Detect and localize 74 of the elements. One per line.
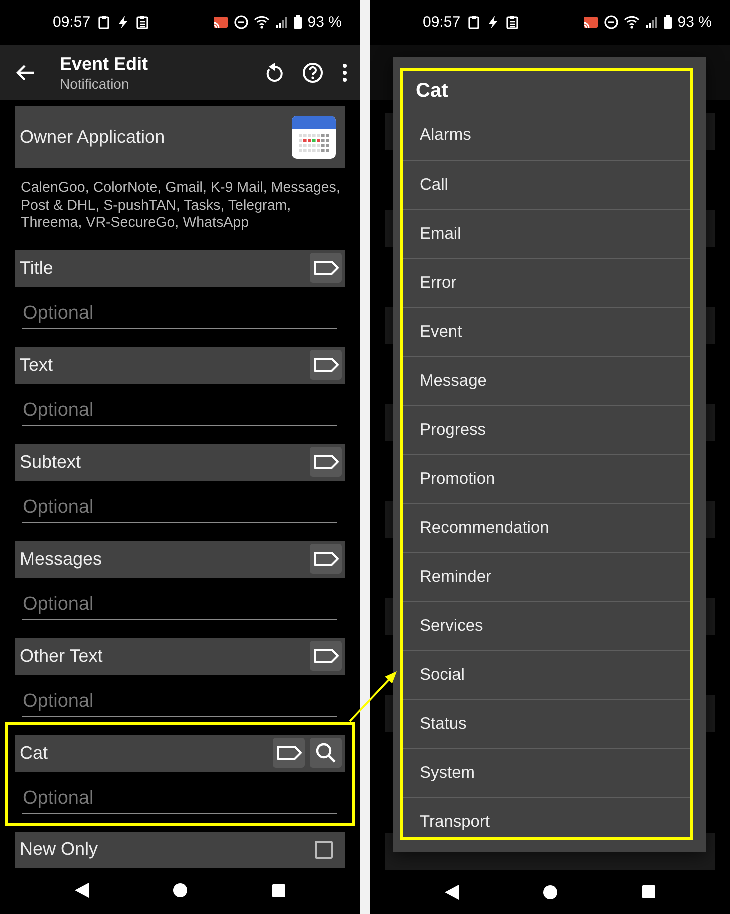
dialog-option[interactable]: Social [403, 650, 690, 699]
dialog-option[interactable]: System [403, 748, 690, 797]
battery-icon [292, 15, 303, 30]
tag-button[interactable] [310, 544, 342, 574]
signal-icon [274, 15, 288, 30]
dialog-title: Cat [415, 78, 450, 104]
input-field[interactable]: Optional [22, 590, 337, 620]
back-nav-icon[interactable] [74, 883, 88, 898]
cast-icon [582, 15, 599, 30]
notes-icon [506, 15, 519, 30]
pointer-arrow [349, 672, 397, 722]
search-icon [314, 741, 338, 765]
clipboard-icon [468, 15, 480, 30]
screen-title: Event Edit [60, 52, 150, 74]
selected-apps-text: CalenGoo, ColorNote, Gmail, K-9 Mail, Messages, Post & DHL, S-pushTAN, Tasks, Telegram, Threema, VR-SecureGo, WhatsApp [21, 180, 342, 232]
dialog-option[interactable]: Transport [403, 797, 690, 837]
dialog-option[interactable]: Error [403, 258, 690, 307]
home-nav-icon[interactable] [542, 884, 558, 900]
dialog-option[interactable]: Promotion [403, 454, 690, 503]
battery-percent: 93 % [678, 14, 712, 31]
wifi-icon [624, 15, 640, 30]
signal-icon [644, 15, 658, 30]
dialog-option[interactable]: Progress [403, 405, 690, 454]
recents-nav-icon[interactable] [642, 885, 656, 899]
dialog-option[interactable]: Email [403, 209, 690, 258]
dialog-option[interactable]: Reminder [403, 552, 690, 601]
option-label: New Only [20, 839, 100, 860]
tag-button[interactable] [310, 350, 342, 380]
screen-subtitle: Notification [60, 74, 130, 92]
dialog-option[interactable]: Call [403, 160, 690, 209]
undo-icon[interactable] [264, 62, 284, 82]
wifi-icon [254, 15, 270, 30]
field-label: Title [20, 258, 54, 278]
field-label: Text [20, 354, 54, 376]
field-label: Cat [20, 742, 50, 764]
input-field[interactable]: Optional [22, 300, 337, 328]
clipboard-icon [98, 15, 110, 30]
dialog-option[interactable]: Event [403, 307, 690, 356]
dialog-option[interactable]: Services [403, 601, 690, 650]
tag-button[interactable] [273, 738, 305, 768]
help-icon[interactable] [302, 62, 324, 84]
clock-time: 09:57 [53, 14, 91, 31]
tag-button[interactable] [310, 447, 342, 477]
dialog-option[interactable]: Alarms [403, 111, 690, 160]
tag-button[interactable] [310, 253, 342, 283]
clock-time: 09:57 [423, 14, 461, 31]
home-nav-icon[interactable] [172, 883, 188, 898]
tag-button[interactable] [310, 641, 342, 671]
dialog-option[interactable]: Status [403, 699, 690, 748]
input-field[interactable]: Optional [22, 494, 337, 522]
notes-icon [136, 15, 149, 30]
input-field[interactable]: Optional [22, 784, 337, 814]
dialog-option[interactable]: Recommendation [403, 503, 690, 552]
back-nav-icon[interactable] [444, 884, 458, 900]
input-field[interactable]: Optional [22, 396, 337, 426]
back-icon[interactable] [16, 62, 36, 82]
search-button[interactable] [310, 738, 342, 768]
field-label: Subtext [20, 452, 82, 472]
owner-application-row[interactable]: Owner Application [15, 106, 345, 168]
more-icon[interactable] [342, 62, 348, 82]
input-field[interactable]: Optional [22, 688, 337, 716]
do-not-disturb-icon [604, 15, 619, 30]
bolt-icon [486, 15, 499, 30]
calendar-icon [292, 116, 336, 158]
bolt-icon [116, 15, 129, 30]
field-label: Messages [20, 548, 104, 570]
do-not-disturb-icon [234, 15, 249, 30]
checkbox[interactable] [315, 840, 333, 858]
cast-icon [212, 15, 229, 30]
recents-nav-icon[interactable] [272, 884, 286, 898]
dialog-option[interactable]: Message [403, 356, 690, 405]
battery-percent: 93 % [308, 14, 342, 31]
field-label: Other Text [20, 646, 104, 666]
battery-icon [662, 15, 673, 30]
